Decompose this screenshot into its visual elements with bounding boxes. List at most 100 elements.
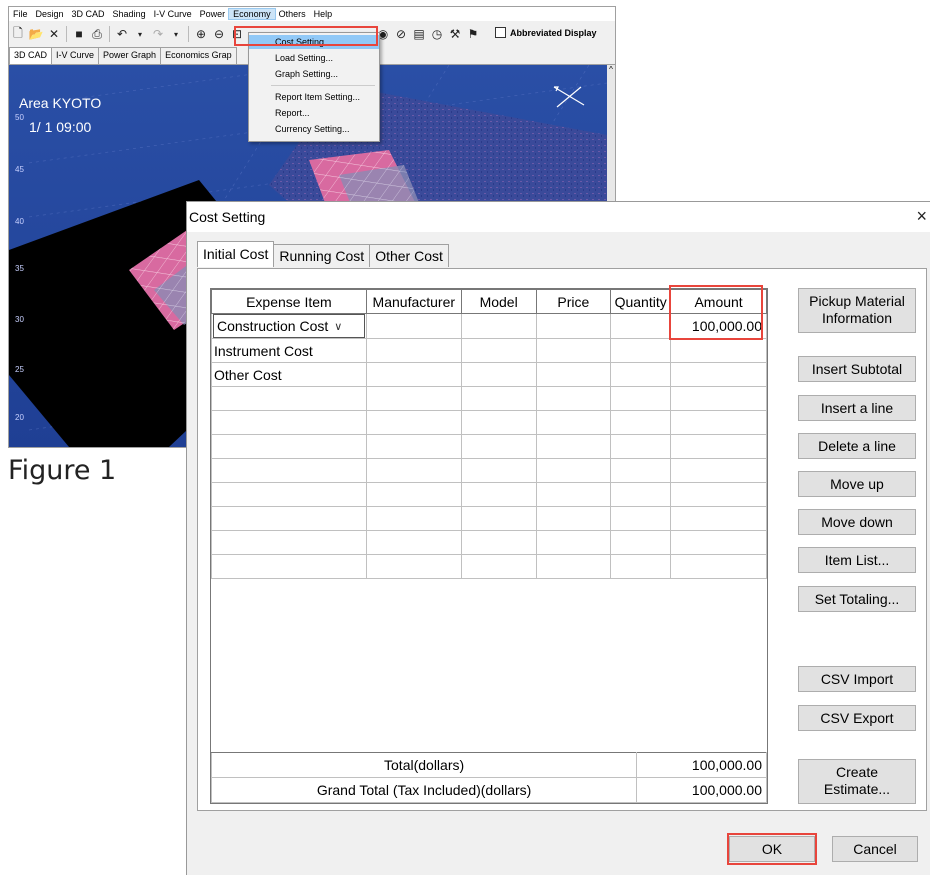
menu-help[interactable]: Help xyxy=(310,9,337,19)
menu-item-graph-setting[interactable]: Graph Setting... xyxy=(249,67,379,81)
close-icon[interactable]: ✕ xyxy=(46,26,62,42)
manufacturer-cell[interactable] xyxy=(365,313,462,339)
tab-iv-curve[interactable]: I-V Curve xyxy=(51,47,100,64)
grid-cell[interactable] xyxy=(365,458,462,483)
grid-cell[interactable] xyxy=(460,434,537,459)
price-cell[interactable] xyxy=(535,362,612,387)
grid-cell[interactable] xyxy=(670,482,767,507)
print-icon[interactable]: ⎙ xyxy=(89,26,105,42)
column-header[interactable]: Amount xyxy=(670,289,767,314)
menu-item-cost-setting[interactable]: Cost Setting... xyxy=(249,35,379,49)
grid-cell[interactable] xyxy=(535,554,612,579)
grid-cell[interactable] xyxy=(610,386,672,411)
amount-cell[interactable] xyxy=(670,338,767,363)
grid-cell[interactable] xyxy=(670,386,767,411)
item-list-button[interactable]: Item List... xyxy=(798,547,916,573)
grid-cell[interactable] xyxy=(211,434,367,459)
save-icon[interactable]: ■ xyxy=(71,26,87,42)
menu-design[interactable]: Design xyxy=(32,9,68,19)
redo-icon[interactable]: ↷ xyxy=(150,26,166,42)
empty-row[interactable] xyxy=(211,554,767,579)
grid-cell[interactable] xyxy=(365,482,462,507)
quantity-cell[interactable] xyxy=(610,362,672,387)
ok-button[interactable]: OK xyxy=(729,836,815,862)
grid-cell[interactable] xyxy=(670,554,767,579)
cancel-button[interactable]: Cancel xyxy=(832,836,918,862)
clock-icon[interactable]: ◷ xyxy=(429,26,445,42)
open-folder-icon[interactable]: 📂 xyxy=(28,26,44,42)
menu-file[interactable]: File xyxy=(9,9,32,19)
menu-iv-curve[interactable]: I-V Curve xyxy=(150,9,196,19)
chart-icon[interactable]: ▤ xyxy=(411,26,427,42)
grid-cell[interactable] xyxy=(460,482,537,507)
tab-power-graph[interactable]: Power Graph xyxy=(98,47,162,64)
amount-cell[interactable] xyxy=(670,362,767,387)
column-header[interactable]: Manufacturer xyxy=(365,289,462,314)
menu-item-report[interactable]: Report... xyxy=(249,106,379,120)
menu-item-report-item-setting[interactable]: Report Item Setting... xyxy=(249,90,379,104)
grid-cell[interactable] xyxy=(460,506,537,531)
grid-cell[interactable] xyxy=(535,530,612,555)
grid-cell[interactable] xyxy=(535,434,612,459)
empty-row[interactable] xyxy=(211,482,767,507)
model-cell[interactable] xyxy=(460,362,537,387)
menu-power[interactable]: Power xyxy=(196,9,230,19)
menu-economy[interactable]: Economy xyxy=(228,8,276,20)
column-header[interactable]: Price xyxy=(535,289,612,314)
tab-economics-graph[interactable]: Economics Grap xyxy=(160,47,237,64)
grid-cell[interactable] xyxy=(365,410,462,435)
amount-cell[interactable]: 100,000.00 xyxy=(670,313,767,339)
close-icon[interactable]: × xyxy=(916,206,927,227)
quantity-cell[interactable] xyxy=(610,338,672,363)
grid-cell[interactable] xyxy=(365,506,462,531)
insert-line-button[interactable]: Insert a line xyxy=(798,395,916,421)
menu-shading[interactable]: Shading xyxy=(109,9,150,19)
grid-cell[interactable] xyxy=(535,410,612,435)
grid-cell[interactable] xyxy=(211,458,367,483)
empty-row[interactable] xyxy=(211,386,767,411)
grid-cell[interactable] xyxy=(670,434,767,459)
zoom-in-icon[interactable]: ⊕ xyxy=(193,26,209,42)
grid-cell[interactable] xyxy=(460,554,537,579)
menu-item-load-setting[interactable]: Load Setting... xyxy=(249,51,379,65)
pickup-material-button[interactable]: Pickup Material Information xyxy=(798,288,916,333)
grid-cell[interactable] xyxy=(670,458,767,483)
delete-line-button[interactable]: Delete a line xyxy=(798,433,916,459)
fit-view-icon[interactable]: ⊡ xyxy=(229,26,245,42)
grid-cell[interactable] xyxy=(211,482,367,507)
grid-cell[interactable] xyxy=(610,506,672,531)
grid-cell[interactable] xyxy=(211,506,367,531)
grid-cell[interactable] xyxy=(211,410,367,435)
expense-item-select[interactable]: Construction Cost ∨ xyxy=(213,314,365,338)
move-down-button[interactable]: Move down xyxy=(798,509,916,535)
tab-running-cost[interactable]: Running Cost xyxy=(273,244,371,267)
prohibit-icon[interactable]: ⊘ xyxy=(393,26,409,42)
grid-cell[interactable] xyxy=(670,530,767,555)
column-header[interactable]: Quantity xyxy=(610,289,672,314)
grid-cell[interactable] xyxy=(535,482,612,507)
set-totaling-button[interactable]: Set Totaling... xyxy=(798,586,916,612)
grid-cell[interactable] xyxy=(535,386,612,411)
new-file-icon[interactable]: 🗋 xyxy=(10,26,26,42)
undo-icon[interactable]: ↶ xyxy=(114,26,130,42)
column-header[interactable]: Model xyxy=(460,289,537,314)
tool-icon[interactable]: ⚒ xyxy=(447,26,463,42)
menu-others[interactable]: Others xyxy=(275,9,310,19)
grid-cell[interactable] xyxy=(460,386,537,411)
zoom-out-icon[interactable]: ⊖ xyxy=(211,26,227,42)
price-cell[interactable] xyxy=(535,338,612,363)
checkbox-icon[interactable] xyxy=(495,27,506,38)
model-cell[interactable] xyxy=(460,313,537,339)
empty-row[interactable] xyxy=(211,434,767,459)
grid-cell[interactable] xyxy=(211,554,367,579)
csv-export-button[interactable]: CSV Export xyxy=(798,705,916,731)
grid-cell[interactable] xyxy=(211,530,367,555)
grid-cell[interactable] xyxy=(535,506,612,531)
empty-row[interactable] xyxy=(211,530,767,555)
grid-cell[interactable] xyxy=(365,434,462,459)
grid-cell[interactable] xyxy=(460,410,537,435)
csv-import-button[interactable]: CSV Import xyxy=(798,666,916,692)
table-row[interactable]: Construction Cost ∨ 100,000.00 xyxy=(211,313,767,339)
quantity-cell[interactable] xyxy=(610,313,672,339)
dropdown-icon[interactable]: ▾ xyxy=(168,26,184,42)
